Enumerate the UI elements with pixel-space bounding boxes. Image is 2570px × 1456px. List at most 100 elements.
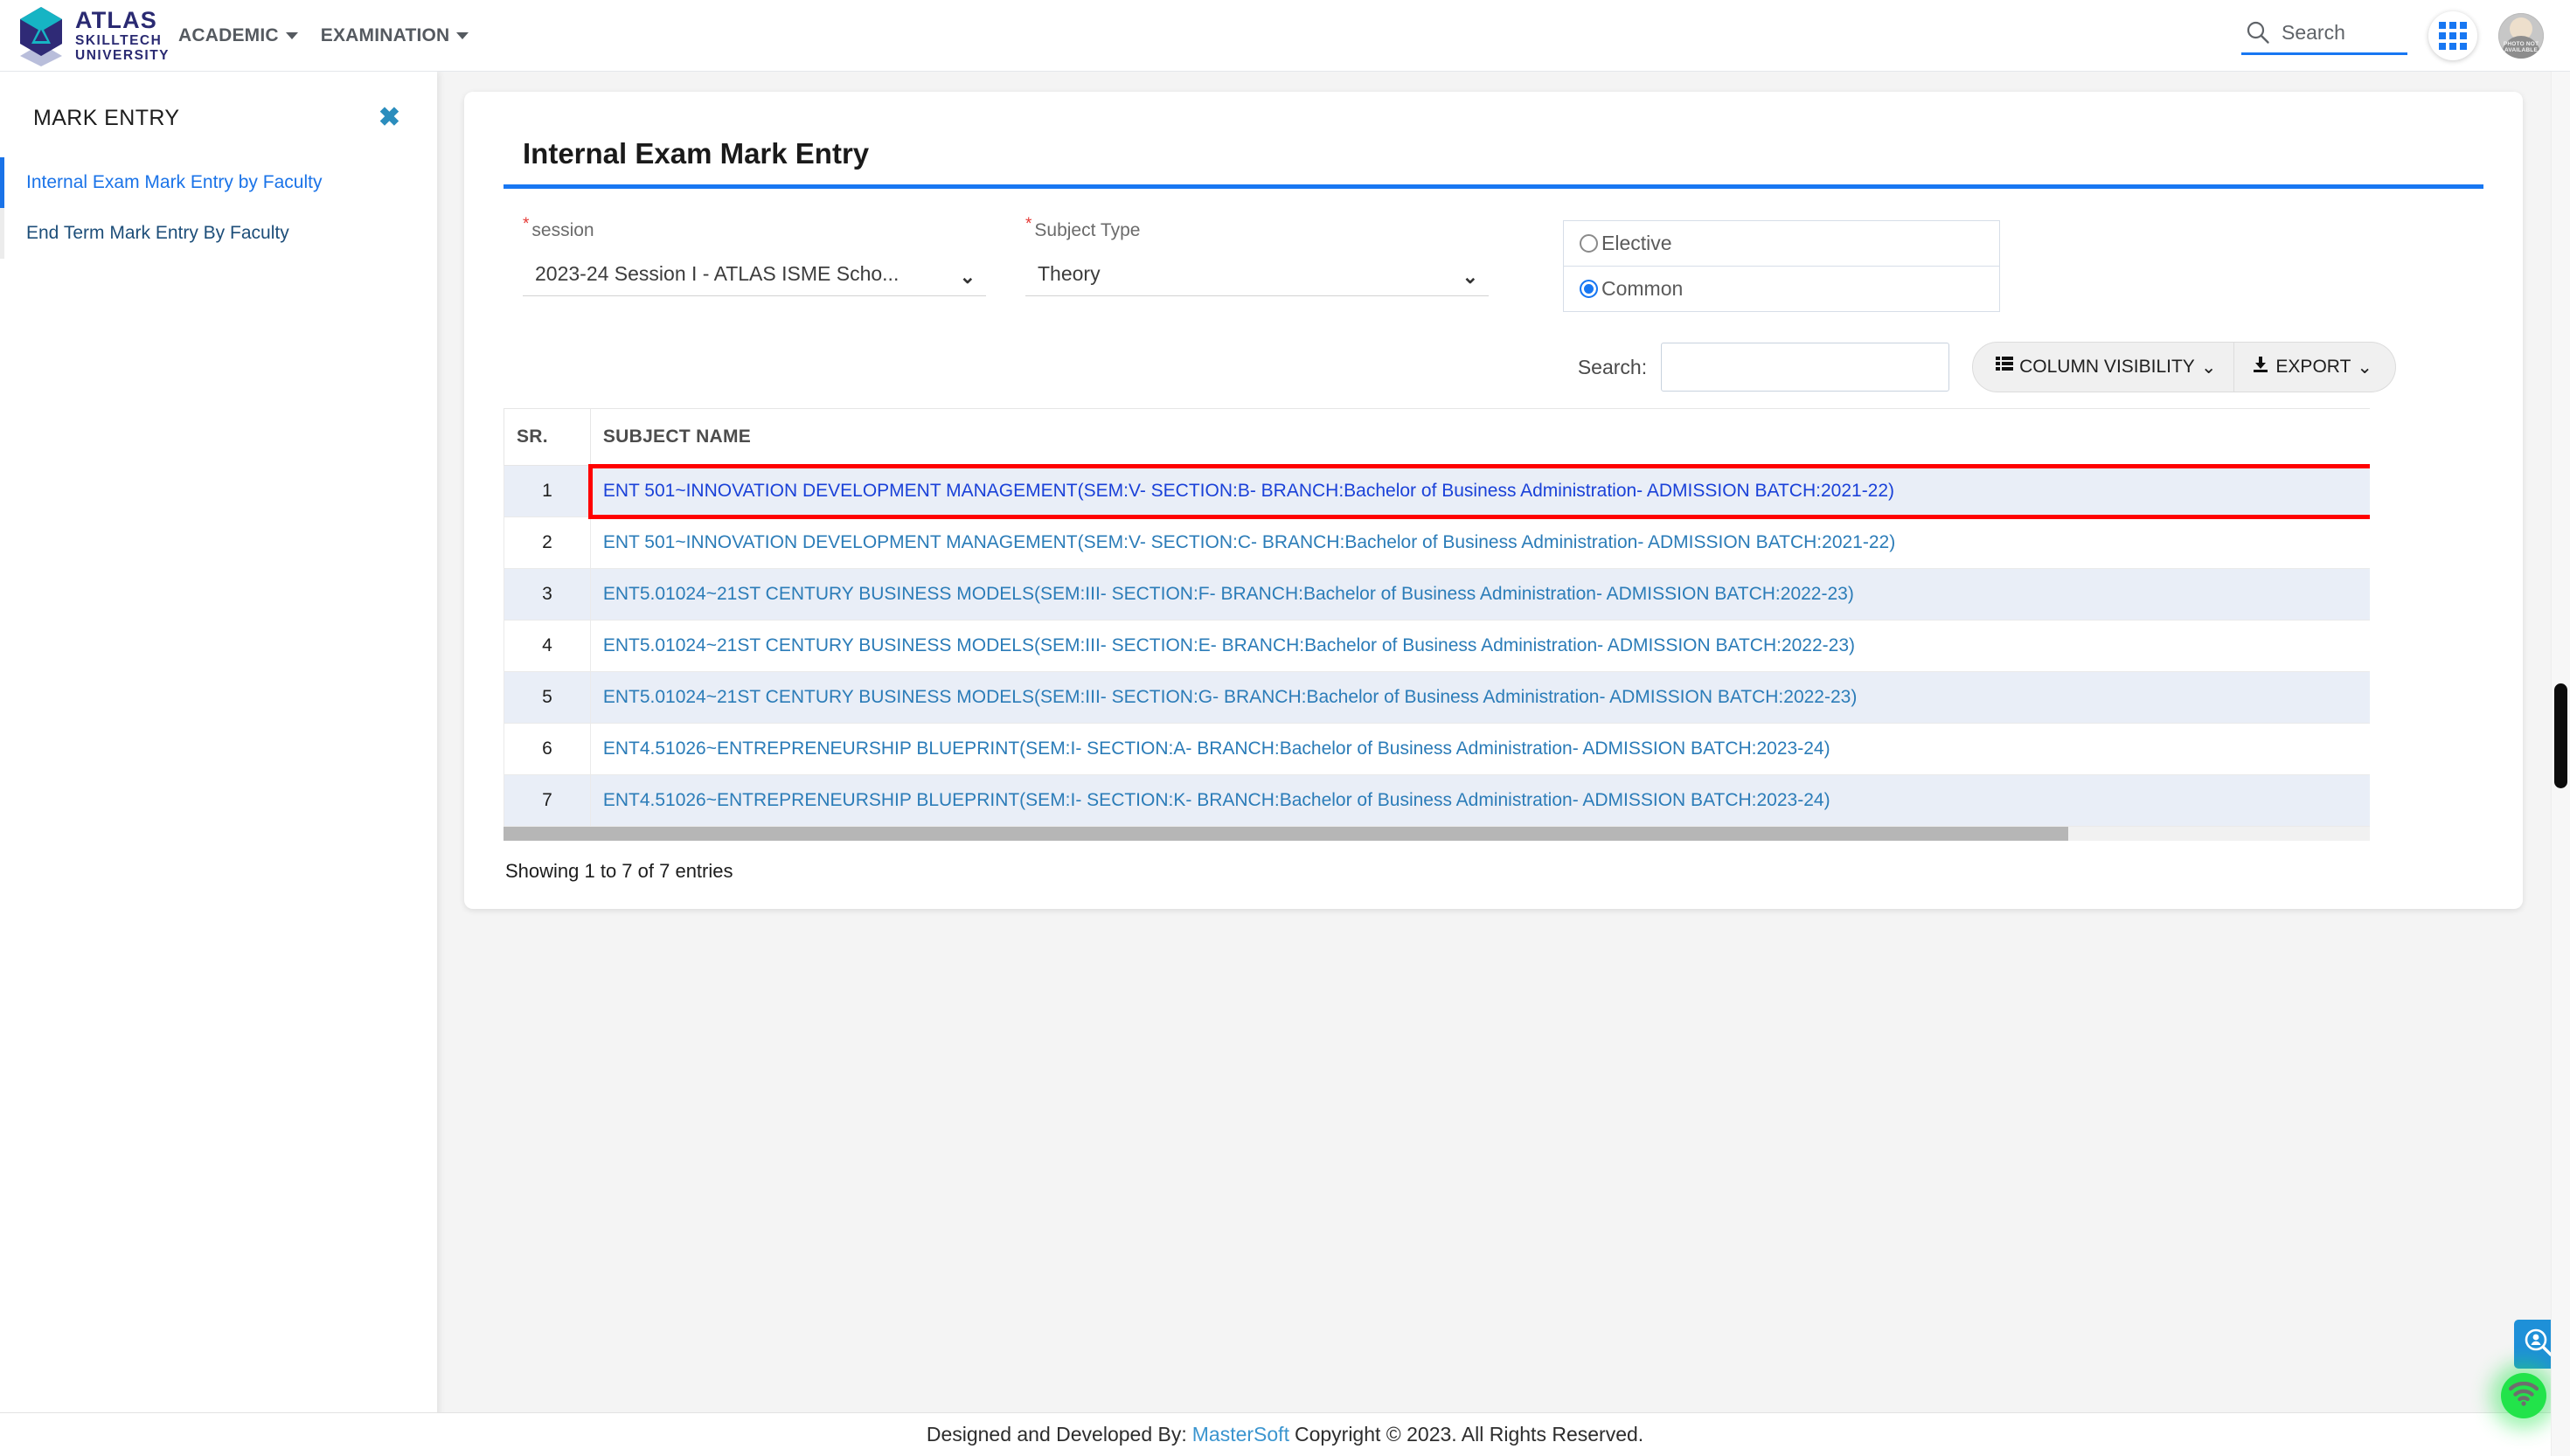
table-button-group: COLUMN VISIBILITY ⌄ EXPORT ⌄ (1972, 342, 2396, 392)
table-row[interactable]: 6 ENT4.51026~ENTREPRENEURSHIP BLUEPRINT(… (504, 723, 2370, 775)
cell-sr: 4 (504, 620, 591, 672)
table-toolbar: Search: COLUMN VISIBILITY ⌄ EXPORT ⌄ (504, 342, 2483, 392)
page-title: Internal Exam Mark Entry (523, 137, 870, 170)
table-row[interactable]: 2 ENT 501~INNOVATION DEVELOPMENT MANAGEM… (504, 517, 2370, 569)
global-search-label: Search (2282, 20, 2345, 44)
cell-subject-name[interactable]: ENT5.01024~21ST CENTURY BUSINESS MODELS(… (589, 671, 2370, 724)
cell-sr: 2 (504, 517, 591, 569)
table-row[interactable]: 3 ENT5.01024~21ST CENTURY BUSINESS MODEL… (504, 568, 2370, 621)
chevron-down-icon: ⌄ (2357, 357, 2372, 378)
column-visibility-button[interactable]: COLUMN VISIBILITY ⌄ (1972, 342, 2235, 392)
mastersoft-link[interactable]: MasterSoft (1192, 1423, 1289, 1446)
subject-link[interactable]: ENT5.01024~21ST CENTURY BUSINESS MODELS(… (603, 635, 1855, 655)
content-area: Internal Exam Mark Entry * session 2023-2… (437, 72, 2570, 1456)
required-asterisk: * (1025, 215, 1032, 233)
connection-status-widget[interactable] (2501, 1373, 2546, 1418)
subject-link[interactable]: ENT 501~INNOVATION DEVELOPMENT MANAGEMEN… (603, 532, 1895, 552)
table-row[interactable]: 7 ENT4.51026~ENTREPRENEURSHIP BLUEPRINT(… (504, 774, 2370, 827)
cell-subject-name[interactable]: ENT 501~INNOVATION DEVELOPMENT MANAGEMEN… (589, 517, 2370, 569)
mark-entry-card: Internal Exam Mark Entry * session 2023-2… (464, 92, 2523, 909)
table-search-input[interactable] (1661, 343, 1950, 392)
search-icon (2245, 19, 2271, 45)
table-row[interactable]: 5 ENT5.01024~21ST CENTURY BUSINESS MODEL… (504, 671, 2370, 724)
avatar[interactable]: PHOTO NOT AVAILABLE (2498, 12, 2544, 59)
table-row[interactable]: 4 ENT5.01024~21ST CENTURY BUSINESS MODEL… (504, 620, 2370, 672)
subject-type-select-wrap: Theory ⌄ (1025, 253, 1489, 296)
subject-type-field: * Subject Type Theory ⌄ (1025, 215, 1489, 296)
atlas-cube-logo-icon (12, 5, 70, 66)
navbar-right: Search PHOTO NOT AVAILABLE (2241, 10, 2570, 60)
table-scroll-container: SR. SUBJECT NAME ↑↓ SEM ↑↓ SEC ↑↓ (504, 408, 2370, 827)
subject-link[interactable]: ENT5.01024~21ST CENTURY BUSINESS MODELS(… (603, 584, 1854, 604)
page-scrollbar-thumb[interactable] (2554, 683, 2567, 788)
nav-item-academic-label: ACADEMIC (178, 24, 279, 45)
nav-item-academic[interactable]: ACADEMIC (178, 25, 298, 46)
sidebar: MARK ENTRY ✖ Internal Exam Mark Entry by… (0, 72, 437, 1456)
column-header-sr-label: SR. (517, 426, 548, 447)
sidebar-item-end-term-mark-entry[interactable]: End Term Mark Entry By Faculty (0, 208, 437, 259)
nav-item-examination[interactable]: EXAMINATION (321, 25, 469, 46)
sidebar-item-internal-exam-mark-entry[interactable]: Internal Exam Mark Entry by Faculty (0, 157, 437, 208)
column-header-subject-name-label: SUBJECT NAME (602, 426, 752, 447)
session-label: * session (523, 215, 986, 241)
sidebar-header: MARK ENTRY ✖ (0, 72, 437, 131)
chevron-down-icon (456, 31, 469, 39)
radio-option-elective[interactable]: Elective (1563, 220, 2000, 267)
global-search[interactable]: Search (2241, 16, 2407, 55)
subject-type-label: * Subject Type (1025, 215, 1489, 241)
cell-sr: 7 (504, 774, 591, 827)
subject-link[interactable]: ENT4.51026~ENTREPRENEURSHIP BLUEPRINT(SE… (603, 790, 1830, 810)
radio-common-indicator (1580, 280, 1598, 298)
brand-name: ATLAS (75, 6, 157, 33)
nav-item-examination-label: EXAMINATION (320, 24, 450, 45)
sidebar-title: MARK ENTRY (33, 105, 180, 130)
person-search-icon (2523, 1327, 2554, 1362)
table-scrollbar-thumb[interactable] (504, 827, 2068, 841)
page-footer: Designed and Developed By: MasterSoft Co… (0, 1412, 2570, 1456)
cell-subject-name[interactable]: ENT4.51026~ENTREPRENEURSHIP BLUEPRINT(SE… (589, 774, 2370, 827)
sidebar-item-label: End Term Mark Entry By Faculty (26, 223, 289, 243)
subject-link[interactable]: ENT4.51026~ENTREPRENEURSHIP BLUEPRINT(SE… (603, 738, 1830, 759)
brand-sub-line2: UNIVERSITY (75, 48, 170, 63)
avatar-placeholder-text: PHOTO NOT AVAILABLE (2503, 40, 2539, 53)
export-button[interactable]: EXPORT ⌄ (2234, 342, 2396, 392)
apps-grid-button[interactable] (2428, 10, 2477, 60)
session-label-text: session (531, 220, 594, 240)
close-icon[interactable]: ✖ (379, 105, 400, 131)
brand-text: ATLAS SKILLTECH UNIVERSITY (75, 6, 170, 63)
grid-apps-icon (2439, 21, 2467, 50)
session-field: * session 2023-24 Session I - ATLAS ISME … (523, 215, 986, 296)
cell-sr: 3 (504, 568, 591, 621)
chevron-down-icon: ⌄ (2200, 357, 2217, 378)
page-scrollbar[interactable] (2551, 72, 2570, 1456)
cell-subject-name[interactable]: ENT5.01024~21ST CENTURY BUSINESS MODELS(… (589, 620, 2370, 672)
sidebar-item-label: Internal Exam Mark Entry by Faculty (26, 172, 323, 192)
table-head: SR. SUBJECT NAME ↑↓ SEM ↑↓ SEC ↑↓ (504, 408, 2370, 466)
filter-form: * session 2023-24 Session I - ATLAS ISME … (504, 215, 2483, 312)
title-underline (504, 184, 2483, 189)
radio-common-label: Common (1601, 277, 1684, 300)
subject-type-select[interactable]: Theory (1025, 253, 1489, 295)
table-info: Showing 1 to 7 of 7 entries (505, 860, 733, 882)
table-horizontal-scrollbar[interactable] (504, 827, 2370, 841)
column-visibility-label: COLUMN VISIBILITY (2019, 357, 2195, 377)
table-header-row: SR. SUBJECT NAME ↑↓ SEM ↑↓ SEC ↑↓ (504, 408, 2370, 466)
chevron-down-icon (285, 31, 298, 39)
cell-subject-name[interactable]: ENT5.01024~21ST CENTURY BUSINESS MODELS(… (589, 568, 2370, 621)
column-header-subject-name[interactable]: SUBJECT NAME ↑↓ (589, 408, 2370, 466)
download-icon (2252, 356, 2269, 378)
table-search-label: Search: (1577, 355, 1648, 378)
subject-link[interactable]: ENT5.01024~21ST CENTURY BUSINESS MODELS(… (603, 687, 1858, 707)
radio-option-common[interactable]: Common (1563, 267, 2000, 312)
cell-sr: 6 (504, 723, 591, 775)
subject-link[interactable]: ENT 501~INNOVATION DEVELOPMENT MANAGEMEN… (603, 481, 1894, 501)
radio-elective-indicator (1580, 234, 1598, 253)
subject-category-radio-group: Elective Common (1563, 220, 2000, 312)
cell-subject-name[interactable]: ENT 501~INNOVATION DEVELOPMENT MANAGEMEN… (588, 463, 2370, 519)
column-header-sr[interactable]: SR. (504, 408, 591, 466)
brand-logo[interactable]: ATLAS SKILLTECH UNIVERSITY (0, 5, 169, 66)
wifi-icon (2508, 1381, 2539, 1411)
table-row[interactable]: 1 ENT 501~INNOVATION DEVELOPMENT MANAGEM… (504, 463, 2370, 519)
session-select[interactable]: 2023-24 Session I - ATLAS ISME Scho... (523, 253, 986, 295)
cell-subject-name[interactable]: ENT4.51026~ENTREPRENEURSHIP BLUEPRINT(SE… (589, 723, 2370, 775)
